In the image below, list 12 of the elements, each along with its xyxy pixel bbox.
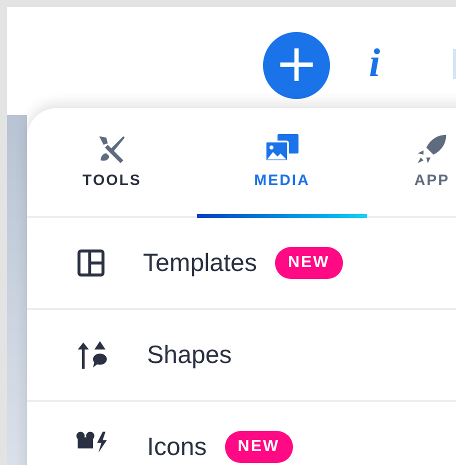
new-badge: NEW (224, 431, 293, 463)
tab[interactable]: TOOLS (27, 108, 197, 216)
menu-item[interactable]: Templates NEW (27, 218, 456, 310)
tab[interactable]: MEDIA (197, 108, 367, 216)
add-button[interactable]: + (263, 32, 330, 99)
rocket-icon (415, 132, 449, 166)
menu-item[interactable]: Shapes (27, 310, 456, 402)
layout-icon (75, 247, 107, 279)
new-badge: NEW (274, 247, 343, 279)
menu-item[interactable]: Icons NEW (27, 402, 456, 465)
info-button[interactable]: i (369, 43, 380, 83)
tab[interactable]: APP (367, 108, 456, 216)
